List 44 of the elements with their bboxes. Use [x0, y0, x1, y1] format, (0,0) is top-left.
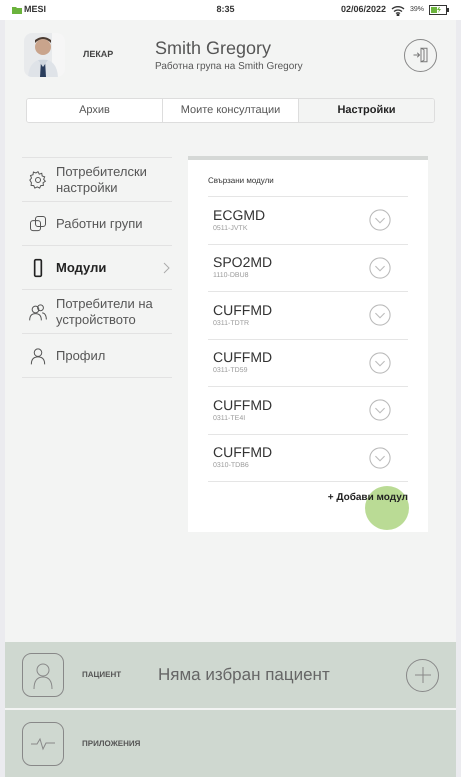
expand-icon[interactable]	[369, 209, 391, 232]
module-name: CUFFMD	[213, 302, 274, 318]
battery-icon	[429, 5, 449, 15]
chevron-right-icon	[162, 262, 170, 274]
heartbeat-icon[interactable]	[22, 722, 64, 766]
sidebar-item[interactable]: Модули	[22, 246, 172, 290]
expand-icon[interactable]	[369, 399, 391, 422]
module-name: CUFFMD	[213, 444, 274, 461]
add-patient-button[interactable]	[406, 658, 439, 692]
expand-icon[interactable]	[369, 352, 391, 374]
wifi-icon	[390, 4, 405, 16]
logout-button[interactable]	[404, 38, 437, 72]
expand-icon[interactable]	[369, 304, 391, 326]
gear-icon	[28, 170, 48, 190]
section-title: Свързани модули	[208, 175, 275, 187]
add-module-link[interactable]: + Добави модул	[328, 490, 408, 505]
overlapping-squares-icon	[28, 214, 48, 234]
users-icon	[28, 302, 48, 322]
user-name: Smith Gregory	[155, 36, 272, 58]
sidebar-item[interactable]: Потребители на устройството	[22, 290, 172, 334]
tab[interactable]: Моите консултации	[163, 99, 299, 122]
sidebar-item[interactable]: Потребителски настройки	[22, 158, 172, 202]
role-label: ЛЕКАР	[83, 48, 114, 62]
expand-icon[interactable]	[369, 256, 391, 279]
expand-icon[interactable]	[369, 446, 391, 469]
module-name: CUFFMD	[213, 396, 274, 414]
tab[interactable]: Архив	[27, 99, 163, 122]
logout-icon	[412, 46, 430, 64]
user-icon	[28, 346, 48, 366]
sidebar-item[interactable]: Профил	[22, 334, 172, 378]
workgroup-label: Работна група на Smith Gregory	[155, 60, 304, 74]
patient-icon[interactable]	[22, 653, 64, 697]
module-name: ECGMD	[213, 206, 266, 224]
module-name: CUFFMD	[213, 349, 274, 366]
folder-icon	[12, 6, 22, 14]
module-name: SPO2MD	[213, 254, 274, 271]
clock: 8:35	[215, 3, 236, 16]
date-label: 02/06/2022	[340, 3, 386, 16]
patient-label: ПАЦИЕНТ	[82, 669, 122, 681]
sidebar-item[interactable]: Работни групи	[22, 202, 172, 246]
plus-icon	[414, 666, 432, 684]
apps-label: ПРИЛОЖЕНИЯ	[82, 738, 140, 750]
brand-label: MESI	[24, 3, 46, 16]
patient-status: Няма избран пациент	[158, 664, 331, 686]
